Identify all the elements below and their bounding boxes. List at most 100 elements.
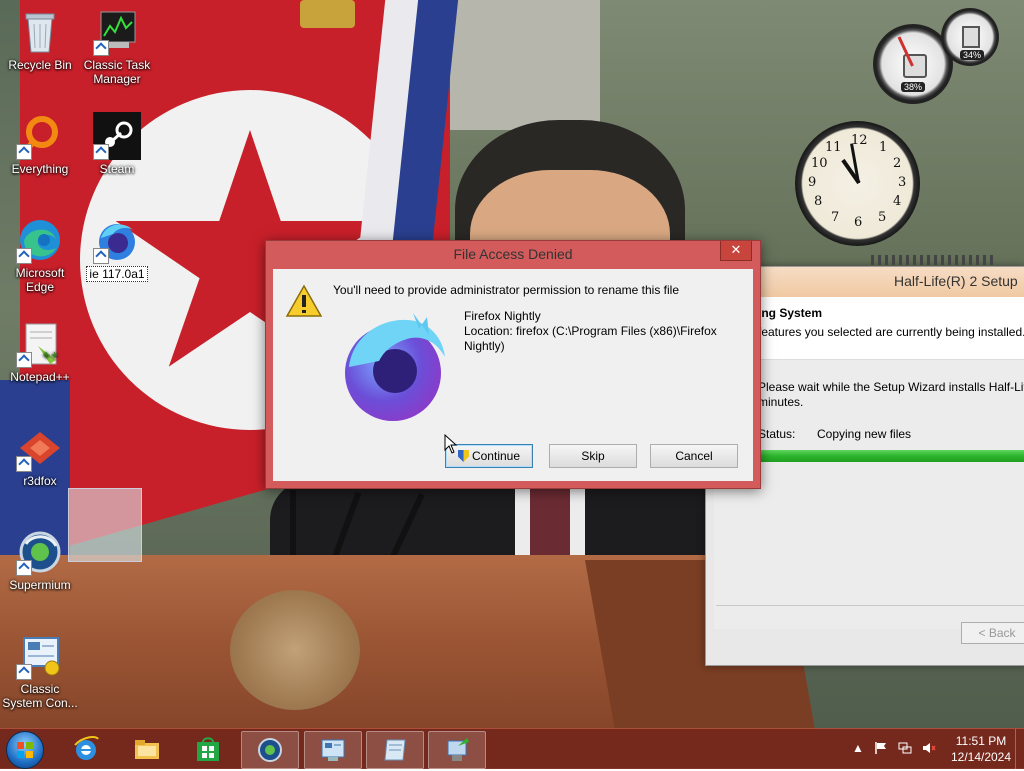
desktop-icon-label: Notepad++	[10, 370, 70, 384]
file-location: Location: firefox (C:\Program Files (x86…	[464, 324, 717, 353]
clock-number: 3	[898, 175, 907, 190]
wallpaper-emblem	[230, 590, 360, 710]
desktop-icon-label: Recycle Bin	[8, 58, 72, 72]
desktop-icon-label: r3dfox	[23, 474, 57, 488]
shortcut-arrow-icon	[93, 144, 109, 160]
desktop-icon-label: Classic System Con...	[2, 682, 78, 710]
desktop-icon-firefox-nightly[interactable]: ie 117.0a1	[77, 216, 157, 282]
notepad-plus-plus-icon: ++	[16, 320, 64, 368]
clock-number: 5	[878, 210, 887, 225]
clock-number: 7	[831, 210, 840, 225]
clock-number: 2	[893, 156, 902, 171]
dialog-title: File Access Denied	[453, 246, 573, 262]
taskbar-notes-app[interactable]	[366, 731, 424, 769]
shortcut-arrow-icon	[16, 456, 32, 472]
memory-chip-icon	[962, 26, 980, 48]
desktop-icon-everything[interactable]: Everything	[0, 112, 80, 176]
clock-number: 4	[893, 194, 902, 209]
setup-window-title: Half-Life(R) 2 Setup	[894, 273, 1018, 289]
taskbar: ▲ 11:51 PM 12/14/2024	[0, 728, 1024, 769]
shortcut-arrow-icon	[16, 560, 32, 576]
wallpaper-flagpole-tip	[300, 0, 355, 28]
control-panel-icon	[16, 632, 64, 680]
internet-explorer-icon	[74, 736, 99, 760]
uac-shield-icon	[457, 450, 469, 462]
back-button[interactable]: < Back	[961, 622, 1024, 644]
gadget-ruler-decoration	[871, 255, 996, 265]
clock-number: 9	[808, 175, 817, 190]
taskbar-store[interactable]	[180, 731, 236, 767]
folder-icon	[135, 740, 159, 759]
shortcut-arrow-icon	[16, 248, 32, 264]
continue-button-label: Continue	[471, 449, 521, 463]
taskbar-control-panel[interactable]	[304, 731, 362, 769]
action-center-flag-icon[interactable]	[874, 741, 888, 755]
volume-muted-icon[interactable]	[922, 741, 936, 755]
recycle-bin-icon	[16, 8, 64, 56]
dialog-body: You'll need to provide administrator per…	[273, 269, 753, 481]
start-button[interactable]	[6, 731, 44, 769]
desktop-icon-label: Classic Task Manager	[83, 58, 151, 86]
notepad-icon	[384, 739, 406, 761]
setup-status-value: Copying new files	[817, 427, 912, 441]
warning-icon	[285, 284, 323, 318]
desktop-icon-r3dfox[interactable]: r3dfox	[0, 424, 80, 488]
cancel-button[interactable]: Cancel	[650, 444, 738, 468]
setup-installer-icon	[447, 738, 469, 761]
memory-percent: 34%	[960, 50, 985, 60]
file-access-denied-dialog[interactable]: File Access Denied ✕ You'll need to prov…	[265, 240, 761, 489]
taskbar-file-explorer[interactable]	[119, 731, 175, 767]
setup-message-line2: minutes.	[758, 395, 804, 409]
taskbar-clock-date[interactable]: 12/14/2024	[950, 750, 1012, 764]
setup-header-title: ing System	[758, 306, 823, 320]
desktop-icon-steam[interactable]: Steam	[77, 112, 157, 176]
setup-divider	[716, 605, 1024, 606]
desktop-icon-classic-task-manager[interactable]: Classic Task Manager	[77, 8, 157, 86]
close-button[interactable]: ✕	[720, 241, 752, 261]
task-manager-icon	[93, 8, 141, 56]
shortcut-arrow-icon	[93, 40, 109, 56]
taskbar-supermium[interactable]	[241, 731, 299, 769]
clock-number: 10	[811, 156, 828, 171]
network-icon[interactable]	[898, 741, 912, 755]
shortcut-arrow-icon	[16, 664, 32, 680]
store-icon	[197, 737, 219, 761]
skip-button[interactable]: Skip	[549, 444, 637, 468]
desktop-icon-classic-system-control[interactable]: Classic System Con...	[0, 632, 80, 710]
show-hidden-icons-chevron-icon[interactable]: ▲	[851, 741, 865, 755]
edge-icon	[16, 216, 64, 264]
desktop-icon-label: Steam	[99, 162, 135, 176]
steam-icon	[93, 112, 141, 160]
everything-search-icon	[16, 112, 64, 160]
taskbar-internet-explorer[interactable]	[58, 731, 114, 767]
desktop-icon-notepad-plus-plus[interactable]: ++ Notepad++	[0, 320, 80, 384]
firefox-nightly-icon	[93, 216, 141, 264]
system-tray: ▲ 11:51 PM 12/14/2024	[850, 729, 1024, 769]
desktop-icon-supermium[interactable]: Supermium	[0, 528, 80, 592]
desktop-icon-label: Microsoft Edge	[15, 266, 65, 294]
r3dfox-icon	[16, 424, 64, 472]
desktop-icon-label: Supermium	[9, 578, 71, 592]
taskbar-setup-wizard[interactable]	[428, 731, 486, 769]
file-name: Firefox Nightly	[464, 309, 541, 323]
desktop-icon-recycle-bin[interactable]: Recycle Bin	[0, 8, 80, 72]
dialog-titlebar[interactable]: File Access Denied ✕	[266, 241, 760, 269]
continue-button[interactable]: Continue	[445, 444, 533, 468]
shortcut-arrow-icon	[16, 352, 32, 368]
taskbar-clock-time[interactable]: 11:51 PM	[950, 734, 1012, 748]
cpu-percent: 38%	[901, 82, 926, 92]
supermium-icon	[258, 738, 282, 762]
clock-number: 11	[825, 140, 842, 155]
firefox-nightly-icon	[335, 309, 450, 424]
show-desktop-button[interactable]	[1015, 729, 1024, 769]
clock-gadget[interactable]: 12 1 2 3 4 5 6 7 8 9 10 11	[795, 121, 920, 246]
wallpaper-tie	[530, 485, 570, 565]
desktop-icon-microsoft-edge[interactable]: Microsoft Edge	[0, 216, 80, 294]
desktop-icon-label-selected[interactable]: ie 117.0a1	[86, 266, 148, 282]
dialog-message: You'll need to provide administrator per…	[333, 283, 680, 297]
setup-progress-bar	[758, 450, 1024, 462]
clock-number: 6	[854, 215, 863, 230]
supermium-icon	[16, 528, 64, 576]
setup-message-line1: Please wait while the Setup Wizard insta…	[758, 380, 1024, 394]
cpu-meter-gadget[interactable]: 38% 34%	[873, 8, 1003, 104]
